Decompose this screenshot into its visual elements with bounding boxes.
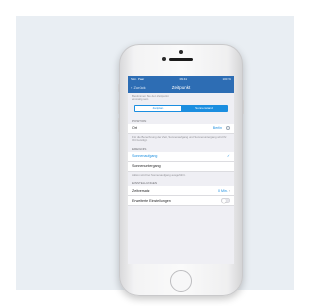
sensor-dot bbox=[179, 50, 183, 54]
battery-label: 100 % bbox=[222, 77, 231, 81]
einstellungen-header: Einstellungen bbox=[132, 181, 158, 186]
erweitert-label: Erweiterte Einstellungen bbox=[132, 198, 171, 203]
home-button[interactable] bbox=[170, 270, 192, 292]
volume-up-button bbox=[118, 100, 119, 114]
segment-sonnenstand[interactable]: Sonnenstand bbox=[181, 105, 227, 111]
erweitert-row: Erweiterte Einstellungen bbox=[128, 196, 234, 207]
back-label: Zurück bbox=[133, 85, 146, 90]
phone-screen: Sim. Paar 09:41 100 % ‹ Zurück Zeitpunkt… bbox=[128, 76, 234, 264]
toggle-knob bbox=[221, 198, 226, 203]
ereignis-header: Ereignis bbox=[132, 146, 147, 151]
mute-switch bbox=[118, 84, 119, 92]
mode-segmented-control: Zeitplan Sonnenstand bbox=[134, 104, 228, 112]
event-option-sunrise[interactable]: Sonnenaufgang ✓ bbox=[128, 151, 234, 162]
carrier-label: Sim. Paar bbox=[131, 77, 145, 81]
power-button bbox=[243, 100, 244, 114]
intro-text: Bestimmen Sie den Zeitpunkt einmalig sei… bbox=[128, 93, 234, 102]
phone-mockup: Sim. Paar 09:41 100 % ‹ Zurück Zeitpunkt… bbox=[118, 44, 244, 296]
checkmark-icon: ✓ bbox=[226, 154, 230, 159]
segment-zeitplan[interactable]: Zeitplan bbox=[135, 105, 181, 111]
camera-icon bbox=[162, 57, 166, 61]
event-option-sunset[interactable]: Sonnenuntergang bbox=[128, 161, 234, 172]
event-option-sunset-label: Sonnenuntergang bbox=[132, 164, 161, 169]
zeitversatz-value: 0 Min. bbox=[218, 188, 228, 193]
location-icon bbox=[226, 126, 230, 131]
location-row[interactable]: Ort Berlin bbox=[128, 123, 234, 134]
nav-bar: ‹ Zurück Zeitpunkt bbox=[128, 82, 234, 93]
location-value: Berlin bbox=[212, 126, 222, 131]
chevron-right-icon: › bbox=[228, 188, 230, 193]
erweitert-toggle[interactable] bbox=[221, 198, 230, 204]
position-header: Position bbox=[132, 118, 147, 123]
clock: 09:41 bbox=[179, 77, 188, 81]
speaker-grille bbox=[169, 58, 193, 61]
volume-down-button bbox=[118, 118, 119, 132]
back-button[interactable]: ‹ Zurück bbox=[131, 85, 146, 90]
background-panel: Sim. Paar 09:41 100 % ‹ Zurück Zeitpunkt… bbox=[16, 16, 294, 296]
zeitversatz-row[interactable]: Zeitversatz 0 Min. › bbox=[128, 186, 234, 197]
location-label: Ort bbox=[132, 126, 137, 131]
event-option-sunrise-label: Sonnenaufgang bbox=[132, 154, 158, 159]
position-note: Für die Berechnung der Zeit, Sonnenaufga… bbox=[132, 134, 227, 143]
zeitversatz-label: Zeitversatz bbox=[132, 188, 150, 193]
page-title: Zeitpunkt bbox=[171, 85, 191, 90]
intro-line-2: einmalig sein bbox=[132, 97, 149, 102]
